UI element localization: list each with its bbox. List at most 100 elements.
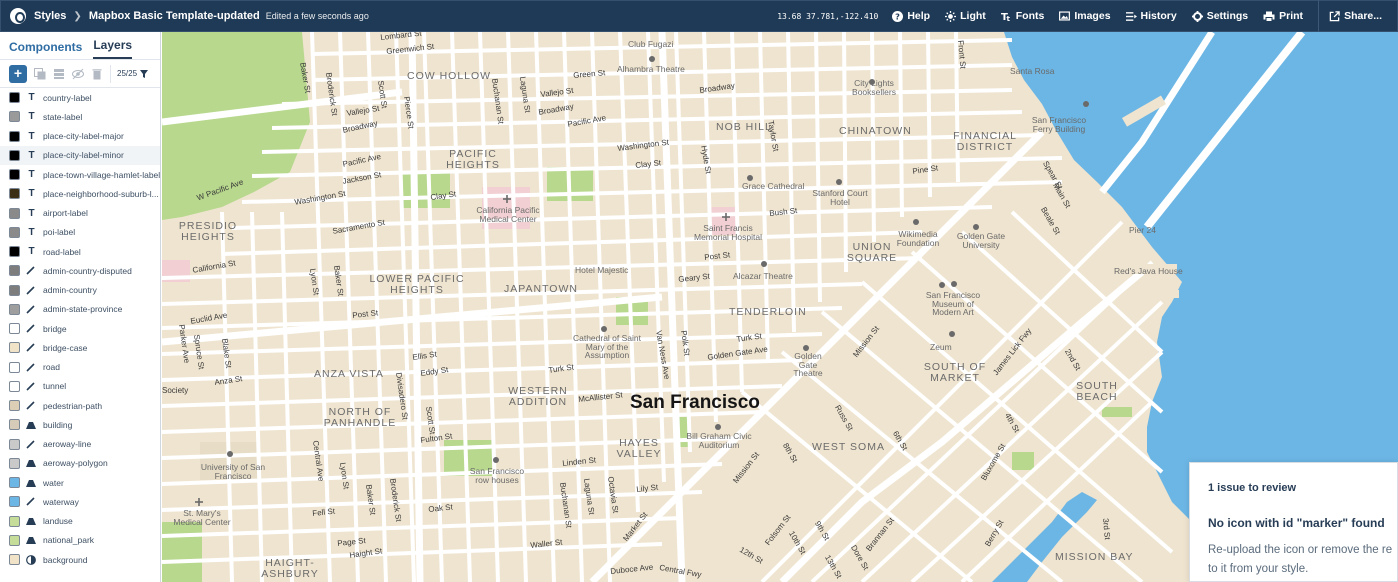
hood-label: PACIFIC HEIGHTS xyxy=(446,148,500,171)
layer-color-swatch[interactable] xyxy=(9,188,20,200)
layer-item[interactable]: Tplace-city-label-minor xyxy=(0,145,160,165)
poi-label: Club Fugazi xyxy=(628,39,674,49)
layer-item[interactable]: tunnel xyxy=(0,377,160,396)
layer-color-swatch[interactable] xyxy=(9,419,20,431)
share-button[interactable]: Share... xyxy=(1329,10,1382,22)
layer-item[interactable]: Troad-label xyxy=(0,242,160,261)
poi-label: Stanford Court Hotel xyxy=(812,188,868,207)
layer-color-swatch[interactable] xyxy=(9,342,20,354)
layer-color-swatch[interactable] xyxy=(9,169,20,181)
layer-item[interactable]: background xyxy=(0,550,160,569)
issue-panel[interactable]: 1 issue to review No icon with id "marke… xyxy=(1189,462,1398,582)
images-button[interactable]: Images xyxy=(1059,10,1111,22)
layer-label: background xyxy=(43,554,88,565)
layer-item[interactable]: Tplace-neighborhood-suburb-l... xyxy=(0,184,160,203)
layer-label: admin-country xyxy=(43,285,97,296)
layer-color-swatch[interactable] xyxy=(9,534,20,546)
layer-item[interactable]: Tplace-town-village-hamlet-label xyxy=(0,165,160,184)
line-layer-icon xyxy=(26,363,37,372)
layer-color-swatch[interactable] xyxy=(9,130,20,142)
layer-item[interactable]: aeroway-line xyxy=(0,435,160,454)
print-button[interactable]: Print xyxy=(1263,10,1303,22)
tab-components[interactable]: Components xyxy=(9,40,82,59)
layer-color-swatch[interactable] xyxy=(9,400,20,412)
layer-item[interactable]: pedestrian-path xyxy=(0,396,160,415)
layer-color-swatch[interactable] xyxy=(9,207,20,219)
poi-label: Alcazar Theatre xyxy=(733,271,793,281)
settings-button[interactable]: Settings xyxy=(1191,10,1248,22)
layer-item[interactable]: aeroway-polygon xyxy=(0,454,160,473)
poi-label: Hotel Majestic xyxy=(575,265,629,275)
hood-label: SOUTH OF MARKET xyxy=(923,361,987,384)
poi-label: St. Mary's Medical Center xyxy=(173,508,231,527)
issue-count[interactable]: 1 issue to review xyxy=(1208,482,1397,494)
mapbox-logo-icon[interactable] xyxy=(10,8,26,24)
layer-item[interactable]: national_park xyxy=(0,531,160,550)
trash-icon[interactable] xyxy=(91,68,103,80)
layer-color-swatch[interactable] xyxy=(9,111,20,123)
layer-color-swatch[interactable] xyxy=(9,477,20,489)
layer-color-swatch[interactable] xyxy=(9,284,20,296)
fill-layer-icon xyxy=(26,479,37,487)
symbol-layer-icon: T xyxy=(28,226,35,238)
layer-label: building xyxy=(43,419,73,430)
layer-item[interactable]: bridge-case xyxy=(0,338,160,357)
layer-item[interactable]: admin-state-province xyxy=(0,300,160,319)
symbol-layer-icon: T xyxy=(28,130,35,142)
layer-item[interactable]: waterway xyxy=(0,492,160,511)
history-button[interactable]: History xyxy=(1125,10,1177,22)
layer-item[interactable]: Tairport-label xyxy=(0,204,160,223)
svg-text:t: t xyxy=(1006,14,1010,22)
layer-color-swatch[interactable] xyxy=(9,554,20,566)
layer-item[interactable]: building xyxy=(0,415,160,434)
visibility-icon[interactable] xyxy=(72,68,84,80)
street-label: 3rd St xyxy=(1101,517,1112,540)
layer-color-swatch[interactable] xyxy=(9,457,20,469)
layer-label: road xyxy=(43,362,61,373)
layer-color-swatch[interactable] xyxy=(9,361,20,373)
layer-label: water xyxy=(43,477,64,488)
duplicate-icon[interactable] xyxy=(34,67,46,80)
layer-color-swatch[interactable] xyxy=(9,303,20,315)
layer-item[interactable]: road xyxy=(0,358,160,377)
fill-layer-icon xyxy=(26,536,37,545)
layer-item[interactable]: Tpoi-label xyxy=(0,223,160,242)
layer-color-swatch[interactable] xyxy=(9,438,20,450)
layer-item[interactable]: water xyxy=(0,473,160,492)
layer-label: place-city-label-major xyxy=(43,131,124,142)
layer-item[interactable]: Tcountry-label xyxy=(0,88,160,107)
layer-color-swatch[interactable] xyxy=(9,149,20,161)
layer-color-swatch[interactable] xyxy=(9,323,20,335)
breadcrumb-styles[interactable]: Styles xyxy=(34,10,66,22)
fonts-button[interactable]: Tt Fonts xyxy=(1001,10,1045,22)
help-button[interactable]: ? Help xyxy=(892,10,930,22)
layer-item[interactable]: Tplace-city-label-major xyxy=(0,127,160,146)
layer-color-swatch[interactable] xyxy=(9,246,20,258)
layer-label: place-town-village-hamlet-label xyxy=(43,169,161,180)
layer-label: admin-country-disputed xyxy=(43,265,132,276)
layer-item[interactable]: bridge xyxy=(0,319,160,338)
layer-item[interactable]: admin-country-disputed xyxy=(0,261,160,280)
layer-color-swatch[interactable] xyxy=(9,380,20,392)
hood-label: FINANCIAL DISTRICT xyxy=(953,130,1017,153)
layer-item[interactable]: admin-country xyxy=(0,281,160,300)
layer-item[interactable]: Tstate-label xyxy=(0,107,160,126)
layer-color-swatch[interactable] xyxy=(9,226,20,238)
group-icon[interactable] xyxy=(53,68,65,80)
layer-label: admin-state-province xyxy=(43,304,123,315)
symbol-layer-icon: T xyxy=(28,149,35,161)
hood-label: NORTH OF PANHANDLE xyxy=(323,406,397,429)
light-button[interactable]: Light xyxy=(945,10,986,22)
layer-label: country-label xyxy=(43,92,92,103)
add-layer-button[interactable]: + xyxy=(9,64,27,83)
layer-label: bridge xyxy=(43,323,67,334)
style-name[interactable]: Mapbox Basic Template-updated xyxy=(89,10,260,22)
layer-color-swatch[interactable] xyxy=(9,92,20,104)
layer-count[interactable]: 25/25 xyxy=(117,69,149,78)
layer-item[interactable]: landuse xyxy=(0,512,160,531)
layer-color-swatch[interactable] xyxy=(9,515,20,527)
tab-layers[interactable]: Layers xyxy=(93,38,133,59)
poi-label: San Francisco Ferry Building xyxy=(1031,115,1087,134)
layer-color-swatch[interactable] xyxy=(9,496,20,508)
layer-color-swatch[interactable] xyxy=(9,265,20,277)
